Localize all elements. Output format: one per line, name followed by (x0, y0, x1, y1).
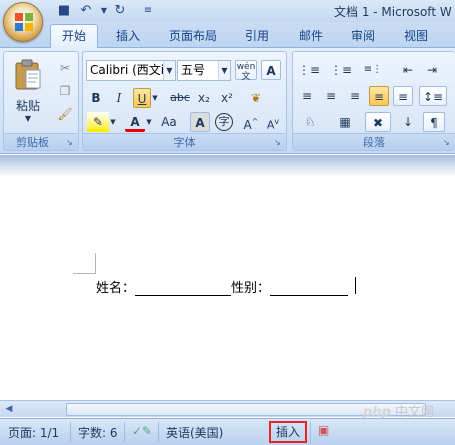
document-line[interactable]: 姓名： 性别： (96, 277, 349, 296)
macro-record-icon[interactable]: ▣ (318, 423, 329, 437)
insert-mode-indicator[interactable]: 插入 (269, 421, 307, 443)
font-launcher-icon[interactable]: ↘ (274, 138, 284, 148)
gender-label: 性别： (231, 281, 271, 296)
divider (124, 422, 125, 442)
word-count[interactable]: 字数: 6 (78, 424, 118, 441)
page-count[interactable]: 页面: 1/1 (8, 424, 59, 441)
clipboard-group: 粘贴 ▼ ✂ ❐ 🖌 剪贴板 ↘ (3, 51, 79, 151)
paste-dropdown-icon[interactable]: ▼ (10, 114, 46, 123)
customize-toolbar-icon[interactable]: ≡ (140, 3, 156, 19)
paragraph-group: ⋮≡ ⋮≡ ≡⋮ ⇤ ⇥ ≡ ≡ ≡ ≡ ≡ ↕≡ ♘ ▦ ✖ ↓ ¶ 段落 ↘ (292, 51, 455, 151)
window-title: 文档 1 - Microsoft W (334, 5, 452, 19)
cut-icon[interactable]: ✂ (56, 58, 74, 78)
sort-button[interactable]: ↓ (397, 112, 419, 132)
ribbon: 粘贴 ▼ ✂ ❐ 🖌 剪贴板 ↘ Calibri (西文i ▼ 五号 ▼ wén 文 … (0, 48, 455, 154)
align-center-button[interactable]: ≡ (321, 86, 341, 106)
show-marks-button[interactable]: ¶ (423, 112, 445, 132)
office-button[interactable] (3, 2, 43, 42)
line-spacing-button[interactable]: ↕≡ (419, 86, 447, 106)
title-bar: ■ ↶ ▼ ↻ ≡ 文档 1 - Microsoft W (0, 0, 455, 22)
margin-crop-mark (95, 253, 96, 273)
increase-indent-button[interactable]: ⇥ (421, 60, 443, 80)
numbering-button[interactable]: ⋮≡ (329, 60, 353, 80)
tab-home[interactable]: 开始 (50, 24, 98, 49)
ribbon-tabs: 开始 插入 页面布局 引用 邮件 审阅 视图 (0, 22, 455, 49)
font-color-button[interactable]: A (125, 112, 145, 132)
undo-icon[interactable]: ↶ (78, 3, 94, 19)
divider (70, 422, 71, 442)
divider (310, 422, 311, 442)
character-border-button[interactable]: A (261, 60, 281, 80)
chevron-down-icon: ▼ (163, 61, 175, 80)
align-right-button[interactable]: ≡ (345, 86, 365, 106)
shading-button[interactable]: ♘ (297, 112, 323, 132)
clear-formatting-button[interactable]: ❦ (243, 88, 269, 108)
highlight-button[interactable]: ✎ (87, 112, 109, 132)
tab-references[interactable]: 引用 (245, 27, 269, 44)
paragraph-launcher-icon[interactable]: ↘ (443, 138, 453, 148)
multilevel-list-button[interactable]: ≡⋮ (361, 60, 385, 80)
bold-button[interactable]: B (87, 88, 105, 108)
copy-icon[interactable]: ❐ (56, 81, 74, 101)
paste-icon (15, 59, 41, 90)
redo-icon[interactable]: ↻ (112, 3, 128, 19)
enclose-characters-button[interactable]: 字 (215, 113, 233, 131)
underline-dropdown-icon[interactable]: ▼ (151, 88, 159, 108)
borders-button[interactable]: ▦ (333, 112, 357, 132)
save-icon[interactable]: ■ (56, 3, 72, 19)
tab-view[interactable]: 视图 (404, 27, 428, 44)
change-case-button[interactable]: Aa (156, 112, 182, 132)
font-color-dropdown-icon[interactable]: ▼ (145, 112, 153, 132)
status-bar: 页面: 1/1 字数: 6 ✓✎ 英语(美国) 插入 ▣ (0, 418, 455, 445)
font-group-label: 字体 (83, 133, 286, 150)
align-left-button[interactable]: ≡ (297, 86, 317, 106)
name-blank[interactable] (135, 282, 232, 296)
grow-font-button[interactable]: A^ (241, 112, 261, 132)
font-group: Calibri (西文i ▼ 五号 ▼ wén 文 A B I U ▼ abc x₂ … (82, 51, 287, 151)
font-size-select[interactable]: 五号 ▼ (177, 60, 231, 81)
character-shading-button[interactable]: A (190, 112, 210, 132)
proofing-icon[interactable]: ✓✎ (132, 424, 152, 438)
paragraph-group-label: 段落 (293, 133, 455, 150)
tab-mailings[interactable]: 邮件 (299, 27, 323, 44)
superscript-button[interactable]: x² (217, 88, 237, 108)
language[interactable]: 英语(美国) (166, 424, 223, 441)
underline-button[interactable]: U (133, 88, 151, 108)
gender-blank[interactable] (270, 282, 349, 296)
paste-button[interactable]: 粘贴 ▼ (10, 56, 46, 126)
strikethrough-button[interactable]: abc (169, 88, 191, 108)
scroll-left-icon[interactable]: ◀ (2, 401, 16, 418)
clipboard-launcher-icon[interactable]: ↘ (66, 138, 76, 148)
chevron-down-icon: ▼ (218, 61, 230, 80)
italic-button[interactable]: I (110, 88, 128, 108)
document-top-shadow (0, 155, 455, 177)
text-cursor (355, 277, 356, 294)
office-logo-icon (15, 13, 33, 31)
shrink-font-button[interactable]: Av (263, 112, 283, 132)
chinese-layout-button[interactable]: ✖ (365, 112, 391, 132)
format-painter-icon[interactable]: 🖌 (56, 104, 74, 124)
tab-page-layout[interactable]: 页面布局 (169, 27, 217, 44)
undo-dropdown-icon[interactable]: ▼ (96, 3, 112, 19)
bullets-button[interactable]: ⋮≡ (297, 60, 321, 80)
margin-crop-mark (73, 273, 96, 274)
tab-review[interactable]: 审阅 (351, 27, 375, 44)
phonetic-guide-button[interactable]: wén 文 (235, 60, 257, 82)
tab-insert[interactable]: 插入 (116, 27, 140, 44)
distributed-button[interactable]: ≡ (393, 86, 413, 106)
decrease-indent-button[interactable]: ⇤ (397, 60, 419, 80)
justify-button[interactable]: ≡ (369, 86, 389, 106)
subscript-button[interactable]: x₂ (194, 88, 214, 108)
font-name-select[interactable]: Calibri (西文i ▼ (86, 60, 176, 81)
divider (158, 422, 159, 442)
paste-label: 粘贴 (15, 99, 40, 113)
name-label: 姓名： (96, 281, 136, 296)
highlight-dropdown-icon[interactable]: ▼ (109, 112, 117, 132)
